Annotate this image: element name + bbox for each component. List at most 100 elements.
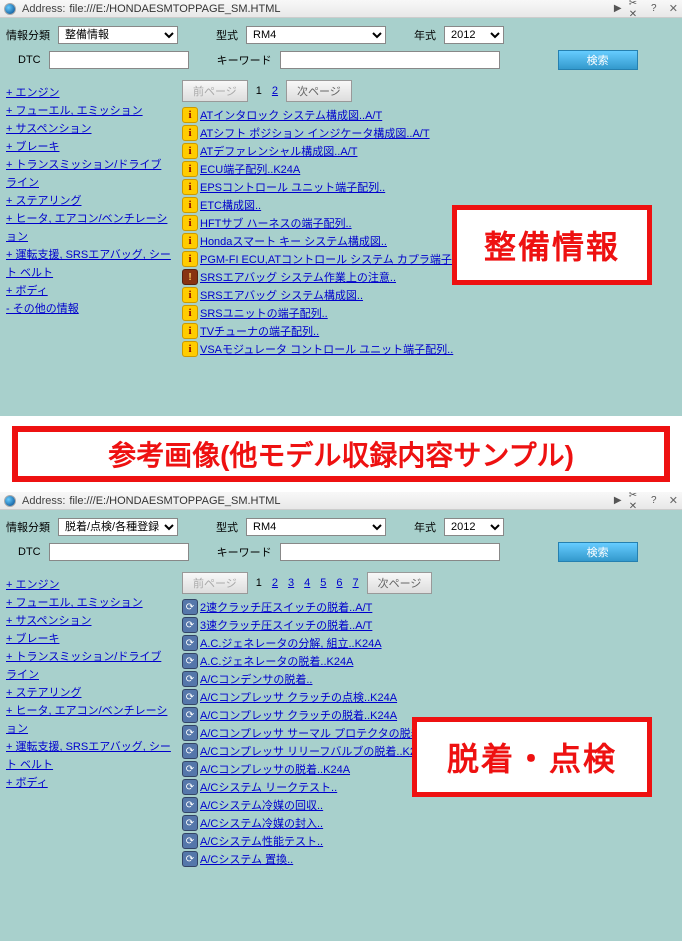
titlebar: Address: file:///E:/HONDAESMTOPPAGE_SM.H… — [0, 0, 682, 18]
result-link[interactable]: ATインタロック システム構成図..A/T — [200, 107, 382, 123]
page-number[interactable]: 3 — [286, 577, 296, 589]
page-number[interactable]: 7 — [351, 577, 361, 589]
sidebar-item[interactable]: + ステアリング — [6, 684, 172, 702]
sidebar-item[interactable]: + エンジン — [6, 576, 172, 594]
result-link[interactable]: A/Cコンデンサの脱着.. — [200, 671, 312, 687]
next-page-button[interactable]: 次ページ — [286, 80, 352, 102]
page-number[interactable]: 2 — [270, 577, 280, 589]
result-link[interactable]: ETC構成図.. — [200, 197, 261, 213]
sidebar-item[interactable]: + ボディ — [6, 774, 172, 792]
sidebar-item[interactable]: + エンジン — [6, 84, 172, 102]
sidebar-item[interactable]: + フューエル, エミッション — [6, 102, 172, 120]
kata-select[interactable]: RM4 — [246, 26, 386, 44]
result-link[interactable]: A/Cコンプレッサ リリーフバルブの脱着..K24A — [200, 743, 429, 759]
sidebar-item[interactable]: + ブレーキ — [6, 630, 172, 648]
sidebar-item[interactable]: + ブレーキ — [6, 138, 172, 156]
sidebar-item[interactable]: + ヒータ, エアコン/ベンチレーション — [6, 210, 172, 246]
sidebar-item[interactable]: + 運転支援, SRSエアバッグ, シート ベルト — [6, 246, 172, 282]
sidebar-top: + エンジン+ フューエル, エミッション+ サスペンション+ ブレーキ+ トラ… — [0, 80, 178, 358]
close-icon[interactable]: ✕ — [669, 494, 678, 507]
result-link[interactable]: ATデファレンシャル構成図..A/T — [200, 143, 357, 159]
address-url: file:///E:/HONDAESMTOPPAGE_SM.HTML — [69, 3, 280, 15]
dtc-input[interactable] — [49, 543, 189, 561]
tools-icon[interactable]: ✂✕ — [629, 2, 643, 16]
page-number[interactable]: 2 — [270, 85, 280, 97]
help-icon[interactable]: ? — [647, 494, 661, 508]
overlay-bottom: 脱着・点検 — [412, 717, 652, 797]
dtc-input[interactable] — [49, 51, 189, 69]
result-row: SRSユニットの端子配列.. — [182, 304, 678, 322]
kata-label: 型式 — [216, 27, 238, 43]
kata-label: 型式 — [216, 519, 238, 535]
result-link[interactable]: SRSユニットの端子配列.. — [200, 305, 328, 321]
sidebar-item[interactable]: + ヒータ, エアコン/ベンチレーション — [6, 702, 172, 738]
manual-icon — [182, 815, 198, 831]
result-link[interactable]: EPSコントロール ユニット端子配列.. — [200, 179, 385, 195]
sidebar-item[interactable]: + ボディ — [6, 282, 172, 300]
sidebar-item[interactable]: + ステアリング — [6, 192, 172, 210]
result-link[interactable]: A/Cシステム冷媒の回収.. — [200, 797, 323, 813]
page-number[interactable]: 5 — [318, 577, 328, 589]
result-link[interactable]: TVチューナの端子配列.. — [200, 323, 319, 339]
result-link[interactable]: ECU端子配列..K24A — [200, 161, 300, 177]
result-row: ECU端子配列..K24A — [182, 160, 678, 178]
info-icon — [182, 143, 198, 159]
info-icon — [182, 179, 198, 195]
result-link[interactable]: A.C.ジェネレータの脱着..K24A — [200, 653, 353, 669]
close-icon[interactable]: ✕ — [669, 2, 678, 15]
filter-bar: 情報分類 脱着/点検/各種登録・学習 型式 RM4 年式 2012 DTC キー… — [0, 510, 682, 572]
result-link[interactable]: Hondaスマート キー システム構成図.. — [200, 233, 387, 249]
titlebar: Address: file:///E:/HONDAESMTOPPAGE_SM.H… — [0, 492, 682, 510]
manual-icon — [182, 797, 198, 813]
sidebar-item[interactable]: + サスペンション — [6, 612, 172, 630]
sidebar-item[interactable]: - その他の情報 — [6, 300, 172, 318]
result-link[interactable]: SRSエアバッグ システム作業上の注意.. — [200, 269, 396, 285]
address-url: file:///E:/HONDAESMTOPPAGE_SM.HTML — [69, 495, 280, 507]
page-number[interactable]: 1 — [254, 577, 264, 589]
year-select[interactable]: 2012 — [444, 518, 504, 536]
search-button[interactable]: 検索 — [558, 50, 638, 70]
result-link[interactable]: A/Cシステム 置換.. — [200, 851, 293, 867]
keyword-input[interactable] — [280, 543, 500, 561]
kata-select[interactable]: RM4 — [246, 518, 386, 536]
prev-page-button[interactable]: 前ページ — [182, 572, 248, 594]
search-button[interactable]: 検索 — [558, 542, 638, 562]
result-link[interactable]: A/Cコンプレッサの脱着..K24A — [200, 761, 350, 777]
year-select[interactable]: 2012 — [444, 26, 504, 44]
sidebar-bottom: + エンジン+ フューエル, エミッション+ サスペンション+ ブレーキ+ トラ… — [0, 572, 178, 868]
result-link[interactable]: A/Cシステム冷媒の封入.. — [200, 815, 323, 831]
result-link[interactable]: 3速クラッチ圧スイッチの脱着..A/T — [200, 617, 372, 633]
page-number[interactable]: 4 — [302, 577, 312, 589]
sidebar-item[interactable]: + 運転支援, SRSエアバッグ, シート ベルト — [6, 738, 172, 774]
bunrui-select[interactable]: 整備情報 — [58, 26, 178, 44]
next-page-button[interactable]: 次ページ — [367, 572, 433, 594]
help-icon[interactable]: ? — [647, 2, 661, 16]
sidebar-item[interactable]: + サスペンション — [6, 120, 172, 138]
result-link[interactable]: A/Cコンプレッサ クラッチの点検..K24A — [200, 689, 397, 705]
sidebar-item[interactable]: + トランスミッション/ドライブライン — [6, 156, 172, 192]
result-link[interactable]: VSAモジュレータ コントロール ユニット端子配列.. — [200, 341, 453, 357]
sidebar-item[interactable]: + フューエル, エミッション — [6, 594, 172, 612]
page-number[interactable]: 1 — [254, 85, 264, 97]
result-link[interactable]: 2速クラッチ圧スイッチの脱着..A/T — [200, 599, 372, 615]
keyword-input[interactable] — [280, 51, 500, 69]
result-link[interactable]: A/Cシステム リークテスト.. — [200, 779, 337, 795]
play-icon[interactable]: ▶ — [611, 2, 625, 16]
sidebar-item[interactable]: + トランスミッション/ドライブライン — [6, 648, 172, 684]
manual-icon — [182, 707, 198, 723]
prev-page-button[interactable]: 前ページ — [182, 80, 248, 102]
result-link[interactable]: A/Cコンプレッサ クラッチの脱着..K24A — [200, 707, 397, 723]
pager-bottom: 前ページ 1234567 次ページ — [182, 572, 678, 594]
bunrui-select[interactable]: 脱着/点検/各種登録・学習 — [58, 518, 178, 536]
tools-icon[interactable]: ✂✕ — [629, 494, 643, 508]
warning-icon — [182, 269, 198, 285]
play-icon[interactable]: ▶ — [611, 494, 625, 508]
manual-icon — [182, 761, 198, 777]
result-link[interactable]: A.C.ジェネレータの分解, 組立..K24A — [200, 635, 382, 651]
page-number[interactable]: 6 — [334, 577, 344, 589]
result-link[interactable]: ATシフト ポジション インジケータ構成図..A/T — [200, 125, 430, 141]
result-link[interactable]: HFTサブ ハーネスの端子配列.. — [200, 215, 352, 231]
result-link[interactable]: A/Cシステム性能テスト.. — [200, 833, 323, 849]
result-link[interactable]: SRSエアバッグ システム構成図.. — [200, 287, 363, 303]
panel-bottom: Address: file:///E:/HONDAESMTOPPAGE_SM.H… — [0, 492, 682, 941]
